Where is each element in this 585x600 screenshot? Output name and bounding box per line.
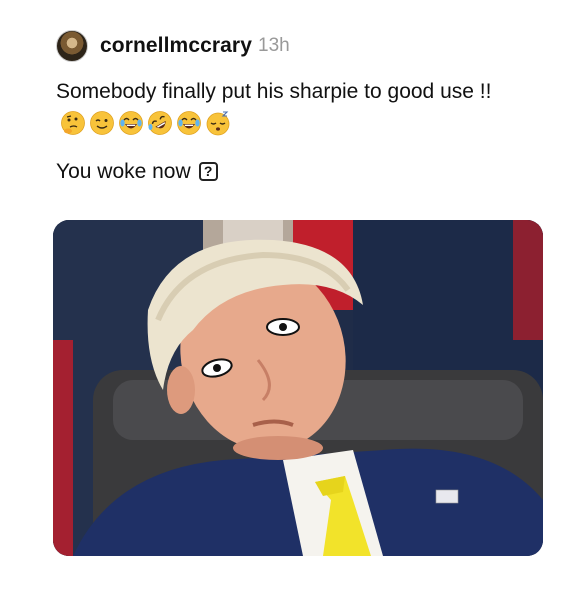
thinking-face-icon — [61, 111, 85, 136]
post-time: 13h — [258, 35, 290, 56]
post-photo[interactable] — [53, 220, 543, 556]
caption-text-2: You woke now — [56, 160, 191, 183]
avatar[interactable] — [56, 30, 88, 62]
username[interactable]: cornellmccrary — [100, 34, 252, 58]
caption-line-2: You woke now ? — [56, 156, 526, 187]
sleeping-face-icon — [206, 111, 230, 136]
caption-line-1: Somebody finally put his sharpie to good… — [56, 76, 526, 138]
photo-illustration — [53, 220, 543, 556]
emoji-row — [60, 110, 231, 136]
question-box-icon: ? — [198, 162, 218, 181]
caption-text: Somebody finally put his sharpie to good… — [56, 80, 492, 103]
tears-of-joy-icon — [177, 111, 201, 136]
tears-of-joy-icon — [119, 111, 143, 136]
winking-face-icon — [90, 111, 114, 136]
post-header: cornellmccrary 13h — [56, 30, 290, 62]
post-caption: Somebody finally put his sharpie to good… — [56, 76, 526, 187]
rolling-laughing-icon — [148, 111, 172, 136]
post-card: cornellmccrary 13h Somebody finally put … — [0, 0, 585, 600]
